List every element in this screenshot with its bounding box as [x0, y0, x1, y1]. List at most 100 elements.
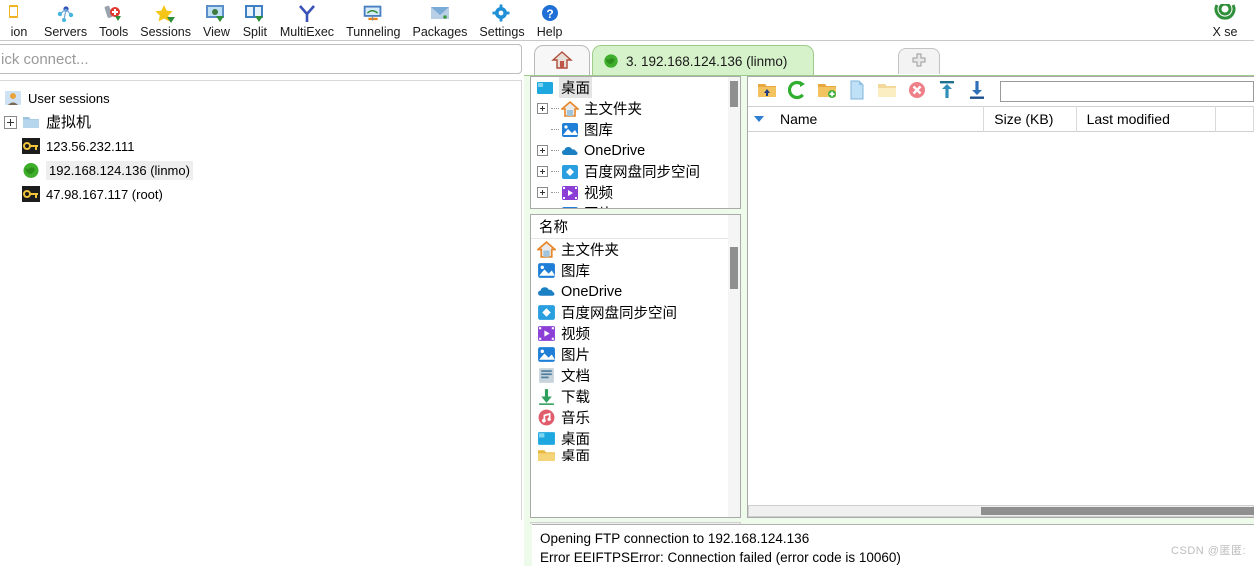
- new-file-icon: [848, 80, 866, 103]
- open-folder-button[interactable]: [876, 81, 898, 103]
- ribbon-label: View: [203, 25, 230, 39]
- remote-file-list[interactable]: [748, 132, 1254, 490]
- session-item-123-56-232-111[interactable]: 123.56.232.111: [0, 134, 521, 158]
- ribbon-item-help[interactable]: ? Help: [531, 0, 569, 41]
- tab-home[interactable]: [534, 45, 590, 76]
- tab-add-button[interactable]: [898, 48, 940, 74]
- tree-connector: [551, 150, 559, 151]
- download-button[interactable]: [966, 81, 988, 103]
- tree-connector: [551, 129, 559, 130]
- list-item[interactable]: 音乐: [531, 407, 740, 428]
- ribbon-items: ion Servers Tools Sessions View Split Mu…: [0, 0, 1254, 41]
- ribbon-item-tools[interactable]: Tools: [93, 0, 134, 41]
- list-item[interactable]: 视频: [531, 323, 740, 344]
- tree-node-label: 视频: [584, 186, 613, 202]
- list-item-label: 视频: [561, 327, 590, 343]
- tree-node-home[interactable]: 主文件夹: [531, 98, 740, 119]
- remote-browser: Name Size (KB) Last modified: [747, 76, 1254, 518]
- folder-yellow-icon: [535, 449, 557, 461]
- refresh-icon: [787, 80, 807, 103]
- help-icon: ?: [537, 3, 563, 25]
- local-list-header[interactable]: 名称: [531, 215, 740, 239]
- list-item[interactable]: 桌面: [531, 449, 740, 461]
- list-item[interactable]: 主文件夹: [531, 239, 740, 260]
- ribbon-item-sessions[interactable]: Sessions: [134, 0, 197, 41]
- session-root-user-sessions[interactable]: User sessions: [0, 86, 521, 110]
- column-header-name[interactable]: Name: [748, 106, 985, 132]
- tree-node-baidu-netdisk[interactable]: 百度网盘同步空间: [531, 161, 740, 182]
- upload-button[interactable]: [936, 81, 958, 103]
- column-header-extra[interactable]: [1216, 106, 1254, 132]
- list-item[interactable]: 文档: [531, 365, 740, 386]
- ribbon-label: X se: [1212, 25, 1238, 39]
- scrollbar-thumb[interactable]: [730, 247, 738, 289]
- session-item-47-98-167-117[interactable]: 47.98.167.117 (root): [0, 182, 521, 206]
- tree-node-pictures[interactable]: 图片: [531, 203, 740, 209]
- local-browser: 桌面 主文件夹 图库 OneDrive 百度网盘同步空间 视频 名称 主文件夹 …: [530, 76, 741, 534]
- tree-node-label: 主文件夹: [584, 102, 642, 118]
- list-item[interactable]: 桌面: [531, 428, 740, 449]
- list-item[interactable]: 图库: [531, 260, 740, 281]
- globe-green-icon: [22, 162, 40, 179]
- session-item-192-168-124-136[interactable]: 192.168.124.136 (linmo): [0, 158, 521, 182]
- list-vertical-scrollbar[interactable]: [728, 215, 740, 517]
- open-folder-icon: [877, 81, 897, 102]
- list-item[interactable]: 图片: [531, 344, 740, 365]
- list-item-label: 下载: [561, 390, 590, 406]
- expand-icon[interactable]: [537, 145, 548, 156]
- mobaxterm-window: ion Servers Tools Sessions View Split Mu…: [0, 0, 1254, 566]
- session-item-label: 47.98.167.117 (root): [46, 186, 163, 202]
- parent-folder-button[interactable]: [756, 81, 778, 103]
- ribbon-item-tunneling[interactable]: Tunneling: [340, 0, 406, 41]
- session-item-label: 123.56.232.111: [46, 138, 135, 154]
- remote-path-input[interactable]: [1000, 81, 1254, 102]
- sftp-body: 桌面 主文件夹 图库 OneDrive 百度网盘同步空间 视频 名称 主文件夹 …: [524, 76, 1254, 534]
- ribbon-item-servers[interactable]: Servers: [38, 0, 93, 41]
- split-monitor-icon: [242, 3, 268, 25]
- tree-root-desktop[interactable]: 桌面: [531, 77, 740, 98]
- quick-connect-input[interactable]: ick connect...: [0, 44, 522, 74]
- session-icon: [6, 3, 32, 25]
- ribbon-item-multiexec[interactable]: MultiExec: [274, 0, 340, 41]
- session-folder-vm[interactable]: 虚拟机: [0, 110, 521, 134]
- column-header-size[interactable]: Size (KB): [984, 106, 1077, 132]
- expand-icon[interactable]: [537, 103, 548, 114]
- ribbon-item-settings[interactable]: Settings: [473, 0, 530, 41]
- ribbon-item-x-server[interactable]: X se: [1196, 0, 1254, 41]
- tab-session-3[interactable]: 3. 192.168.124.136 (linmo): [592, 45, 814, 76]
- remote-horizontal-scrollbar[interactable]: [748, 505, 1254, 517]
- sftp-browser-area: 3. 192.168.124.136 (linmo) 桌面 主文件夹 图库 On…: [524, 41, 1254, 566]
- list-item[interactable]: OneDrive: [531, 281, 740, 302]
- ribbon-item-packages[interactable]: Packages: [407, 0, 474, 41]
- column-header-size-label: Size (KB): [994, 111, 1054, 127]
- refresh-button[interactable]: [786, 80, 808, 103]
- ribbon-item-split[interactable]: Split: [236, 0, 274, 41]
- delete-button[interactable]: [906, 81, 928, 103]
- list-item[interactable]: 百度网盘同步空间: [531, 302, 740, 323]
- expand-icon[interactable]: [537, 187, 548, 198]
- new-folder-button[interactable]: [816, 81, 838, 103]
- ribbon-item-view[interactable]: View: [197, 0, 236, 41]
- tree-node-gallery[interactable]: 图库: [531, 119, 740, 140]
- expand-icon[interactable]: [537, 166, 548, 177]
- tree-node-onedrive[interactable]: OneDrive: [531, 140, 740, 161]
- scrollbar-thumb[interactable]: [730, 81, 738, 107]
- expand-icon[interactable]: [537, 208, 548, 209]
- tree-node-videos[interactable]: 视频: [531, 182, 740, 203]
- column-header-name-label: Name: [780, 111, 818, 127]
- pictures-icon: [535, 261, 557, 280]
- svg-text:?: ?: [546, 7, 553, 21]
- quick-connect-placeholder: ick connect...: [1, 50, 89, 68]
- list-item[interactable]: 下载: [531, 386, 740, 407]
- ribbon-item-session[interactable]: ion: [0, 0, 38, 41]
- tree-vertical-scrollbar[interactable]: [728, 77, 740, 208]
- column-header-modified[interactable]: Last modified: [1077, 106, 1217, 132]
- list-item-label: OneDrive: [561, 283, 623, 300]
- tree-connector: [551, 192, 559, 193]
- multiexec-icon: [294, 3, 320, 25]
- scrollbar-thumb[interactable]: [981, 507, 1254, 515]
- new-file-button[interactable]: [846, 80, 868, 103]
- remote-column-headers: Name Size (KB) Last modified: [748, 106, 1254, 132]
- sort-descending-icon[interactable]: [754, 116, 764, 122]
- expand-icon[interactable]: [4, 115, 17, 129]
